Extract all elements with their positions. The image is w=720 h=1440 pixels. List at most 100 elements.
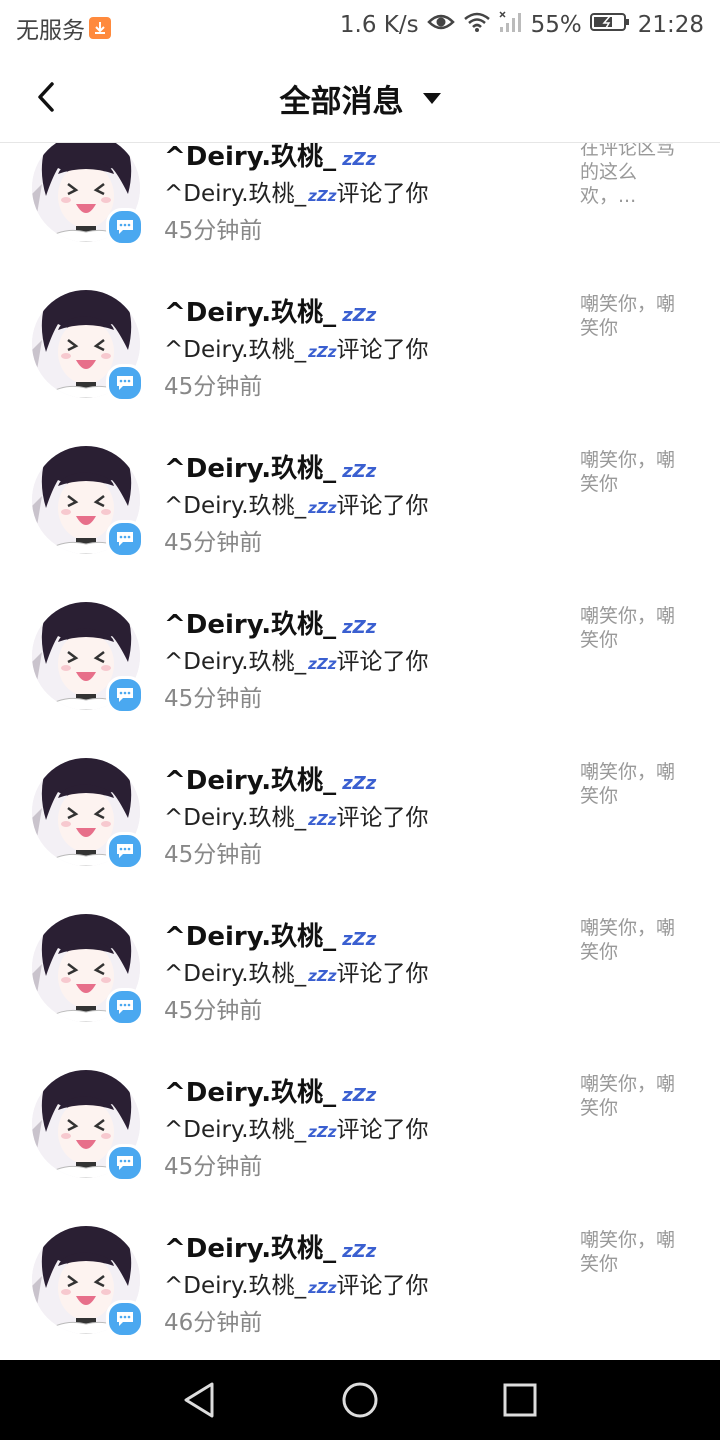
wifi-icon [463, 11, 491, 39]
user-name[interactable]: ^Deiry.玖桃_ zZz [164, 1228, 376, 1265]
timestamp: 45分钟前 [164, 842, 263, 868]
notification-list: ^Deiry.玖桃_ zZz ^Deiry.玖桃_ zZz评论了你 45分钟前 在评… [0, 134, 720, 1382]
timestamp: 46分钟前 [164, 1310, 263, 1336]
comment-snippet: 嘲笑你，嘲笑你 [580, 1073, 676, 1119]
timestamp: 45分钟前 [164, 374, 263, 400]
zzz-icon: zZz [342, 929, 377, 950]
status-right: 1.6 K/s 55% 21:28 [332, 11, 704, 39]
user-name-text: ^Deiry.玖桃_ [164, 454, 337, 484]
action-suffix: 评论了你 [336, 493, 429, 519]
clock: 21:28 [637, 12, 704, 38]
system-nav-bar [0, 1360, 720, 1440]
screen: 无服务 1.6 K/s 55% 21:28 全部消息 ^Deiry.玖桃_ zZ… [0, 0, 720, 1440]
user-name[interactable]: ^Deiry.玖桃_ zZz [164, 916, 376, 953]
comment-snippet: 嘲笑你，嘲笑你 [580, 605, 676, 651]
action-text: ^Deiry.玖桃_ zZz评论了你 [164, 798, 428, 832]
user-name[interactable]: ^Deiry.玖桃_ zZz [164, 1072, 376, 1109]
action-text: ^Deiry.玖桃_ zZz评论了你 [164, 330, 428, 364]
action-suffix: 评论了你 [336, 337, 429, 363]
comment-snippet: 嘲笑你，嘲笑你 [580, 449, 676, 495]
action-text: ^Deiry.玖桃_ zZz评论了你 [164, 486, 428, 520]
zzz-icon: zZz [308, 1279, 337, 1297]
action-user: ^Deiry.玖桃_ [164, 181, 307, 207]
user-name-text: ^Deiry.玖桃_ [164, 1078, 337, 1108]
timestamp: 45分钟前 [164, 998, 263, 1024]
action-text: ^Deiry.玖桃_ zZz评论了你 [164, 642, 428, 676]
carrier-text: 无服务 [16, 18, 85, 44]
notification-item[interactable]: ^Deiry.玖桃_ zZz ^Deiry.玖桃_ zZz评论了你 45分钟前 嘲笑… [0, 290, 720, 446]
comment-badge-icon [106, 208, 144, 246]
comment-snippet: 嘲笑你，嘲笑你 [580, 761, 676, 807]
signal-icon [499, 11, 523, 39]
user-name-text: ^Deiry.玖桃_ [164, 766, 337, 796]
caret-down-icon [422, 93, 441, 104]
action-user: ^Deiry.玖桃_ [164, 1273, 307, 1299]
notification-item[interactable]: ^Deiry.玖桃_ zZz ^Deiry.玖桃_ zZz评论了你 45分钟前 嘲笑… [0, 602, 720, 758]
action-suffix: 评论了你 [336, 805, 429, 831]
page-title: 全部消息 [279, 84, 404, 120]
action-suffix: 评论了你 [336, 1273, 429, 1299]
notification-item[interactable]: ^Deiry.玖桃_ zZz ^Deiry.玖桃_ zZz评论了你 45分钟前 嘲笑… [0, 1070, 720, 1226]
action-text: ^Deiry.玖桃_ zZz评论了你 [164, 174, 428, 208]
comment-snippet: 嘲笑你，嘲笑你 [580, 293, 676, 339]
action-suffix: 评论了你 [336, 1117, 429, 1143]
comment-badge-icon [106, 676, 144, 714]
user-name-text: ^Deiry.玖桃_ [164, 922, 337, 952]
status-bar: 无服务 1.6 K/s 55% 21:28 [0, 0, 720, 52]
comment-snippet: 在评论区骂的这么欢，... [580, 137, 676, 207]
user-name[interactable]: ^Deiry.玖桃_ zZz [164, 292, 376, 329]
timestamp: 45分钟前 [164, 1154, 263, 1180]
zzz-icon: zZz [308, 811, 337, 829]
notification-item[interactable]: ^Deiry.玖桃_ zZz ^Deiry.玖桃_ zZz评论了你 45分钟前 嘲笑… [0, 758, 720, 914]
nav-recents-button[interactable] [498, 1378, 542, 1422]
action-suffix: 评论了你 [336, 649, 429, 675]
nav-home-button[interactable] [338, 1378, 382, 1422]
zzz-icon: zZz [342, 773, 377, 794]
action-user: ^Deiry.玖桃_ [164, 805, 307, 831]
user-name-text: ^Deiry.玖桃_ [164, 610, 337, 640]
eye-icon [426, 12, 455, 38]
comment-badge-icon [106, 832, 144, 870]
action-text: ^Deiry.玖桃_ zZz评论了你 [164, 1110, 428, 1144]
back-triangle-icon [184, 1382, 214, 1418]
download-icon [89, 17, 111, 39]
nav-back-button[interactable] [178, 1378, 222, 1422]
home-circle-icon [342, 1382, 378, 1418]
zzz-icon: zZz [308, 343, 337, 361]
action-text: ^Deiry.玖桃_ zZz评论了你 [164, 954, 428, 988]
zzz-icon: zZz [342, 1085, 377, 1106]
user-name[interactable]: ^Deiry.玖桃_ zZz [164, 760, 376, 797]
title-dropdown[interactable]: 全部消息 [0, 76, 720, 121]
app-header: 全部消息 [0, 52, 720, 143]
zzz-icon: zZz [342, 617, 377, 638]
timestamp: 45分钟前 [164, 686, 263, 712]
user-name-text: ^Deiry.玖桃_ [164, 298, 337, 328]
user-name-text: ^Deiry.玖桃_ [164, 1234, 337, 1264]
action-text: ^Deiry.玖桃_ zZz评论了你 [164, 1266, 428, 1300]
network-speed: 1.6 K/s [339, 12, 419, 38]
zzz-icon: zZz [342, 461, 377, 482]
action-user: ^Deiry.玖桃_ [164, 337, 307, 363]
notification-item[interactable]: ^Deiry.玖桃_ zZz ^Deiry.玖桃_ zZz评论了你 45分钟前 嘲笑… [0, 446, 720, 602]
comment-snippet: 嘲笑你，嘲笑你 [580, 1229, 676, 1275]
notification-item[interactable]: ^Deiry.玖桃_ zZz ^Deiry.玖桃_ zZz评论了你 46分钟前 嘲笑… [0, 1226, 720, 1382]
zzz-icon: zZz [308, 499, 337, 517]
user-name[interactable]: ^Deiry.玖桃_ zZz [164, 448, 376, 485]
action-user: ^Deiry.玖桃_ [164, 1117, 307, 1143]
notification-item[interactable]: ^Deiry.玖桃_ zZz ^Deiry.玖桃_ zZz评论了你 45分钟前 在评… [0, 134, 720, 290]
status-left: 无服务 [16, 11, 111, 45]
zzz-icon: zZz [342, 305, 377, 326]
battery-percent: 55% [530, 12, 582, 38]
zzz-icon: zZz [342, 149, 377, 170]
action-user: ^Deiry.玖桃_ [164, 961, 307, 987]
zzz-icon: zZz [308, 967, 337, 985]
comment-badge-icon [106, 988, 144, 1026]
user-name[interactable]: ^Deiry.玖桃_ zZz [164, 604, 376, 641]
comment-badge-icon [106, 1300, 144, 1338]
notification-item[interactable]: ^Deiry.玖桃_ zZz ^Deiry.玖桃_ zZz评论了你 45分钟前 嘲笑… [0, 914, 720, 1070]
battery-icon [589, 12, 630, 38]
user-name-text: ^Deiry.玖桃_ [164, 142, 337, 172]
action-suffix: 评论了你 [336, 181, 429, 207]
comment-badge-icon [106, 520, 144, 558]
comment-badge-icon [106, 1144, 144, 1182]
